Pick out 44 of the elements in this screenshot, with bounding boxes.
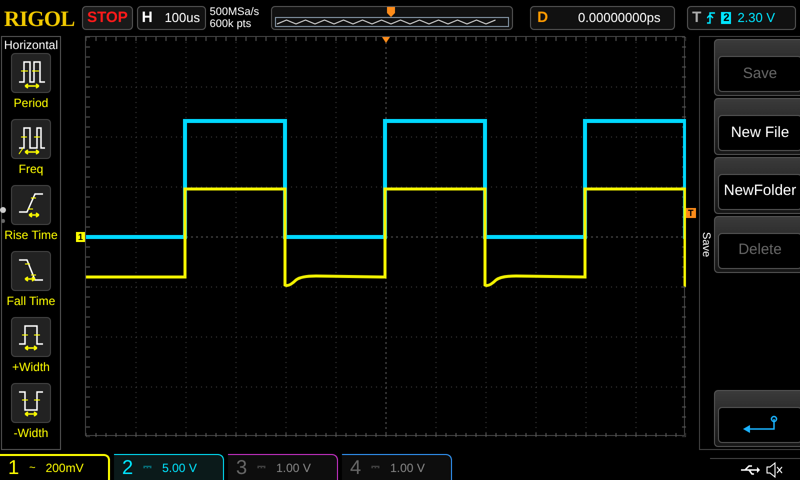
- coupling-symbol: ~: [29, 460, 36, 476]
- softkey-button[interactable]: New File: [714, 98, 800, 155]
- trigger-level: 2.30 V: [737, 9, 776, 28]
- menu-title: Save: [700, 231, 713, 260]
- waveform-overview-icon: [274, 17, 509, 27]
- timebase-value: 100us: [164, 9, 200, 28]
- acquisition-info: 600k pts: [210, 18, 252, 30]
- channel-number: 2: [122, 456, 134, 480]
- menu-title: Horizontal: [4, 37, 58, 53]
- trigger-source: 2: [721, 12, 732, 24]
- timebase-label: H: [142, 8, 153, 28]
- softkey-button[interactable]: NewFolder: [714, 156, 800, 214]
- coupling-symbol: ⎓: [143, 460, 152, 476]
- channel-number: 1: [8, 456, 20, 480]
- coupling-symbol: ⎓: [257, 460, 266, 476]
- muted-speaker-icon: [766, 462, 784, 478]
- channel-scale: 200mV: [46, 460, 84, 477]
- channel-scale: 1.00 V: [276, 460, 311, 476]
- delay-label: D: [537, 8, 548, 28]
- measure-button[interactable]: Fall Time: [6, 251, 56, 317]
- channel-tab[interactable]: 3 ⎓ 1.00 V: [228, 454, 338, 480]
- channel-tab[interactable]: 1 ~ 200mV: [0, 454, 110, 480]
- channel-number: 4: [350, 456, 362, 480]
- trigger-level-marker: T: [686, 208, 696, 218]
- page-indicator-icon: [0, 207, 6, 225]
- trigger-position-icon: [386, 7, 396, 17]
- channel-scale: 1.00 V: [390, 460, 425, 476]
- channel-number: 3: [236, 456, 248, 480]
- coupling-symbol: ⎓: [371, 460, 380, 476]
- channel-tab[interactable]: 2 ⎓ 5.00 V: [114, 454, 224, 480]
- measure-button[interactable]: Rise Time: [4, 185, 58, 251]
- run-state: STOP: [82, 6, 133, 30]
- brand-logo: RIGOL: [4, 4, 76, 32]
- usb-icon: [740, 464, 760, 474]
- trigger-marker-icon: [382, 37, 390, 43]
- channel-marker: 1: [76, 232, 85, 242]
- channel-tab[interactable]: 4 ⎓ 1.00 V: [342, 454, 452, 480]
- back-button[interactable]: [714, 390, 800, 447]
- return-arrow-icon: [742, 414, 778, 435]
- acquisition-info: 500MSa/s: [210, 6, 260, 18]
- delay-value: 0.00000000ps: [578, 9, 660, 28]
- channel-scale: 5.00 V: [162, 460, 197, 476]
- rising-edge-icon: [707, 12, 716, 24]
- trigger-label: T: [692, 8, 702, 28]
